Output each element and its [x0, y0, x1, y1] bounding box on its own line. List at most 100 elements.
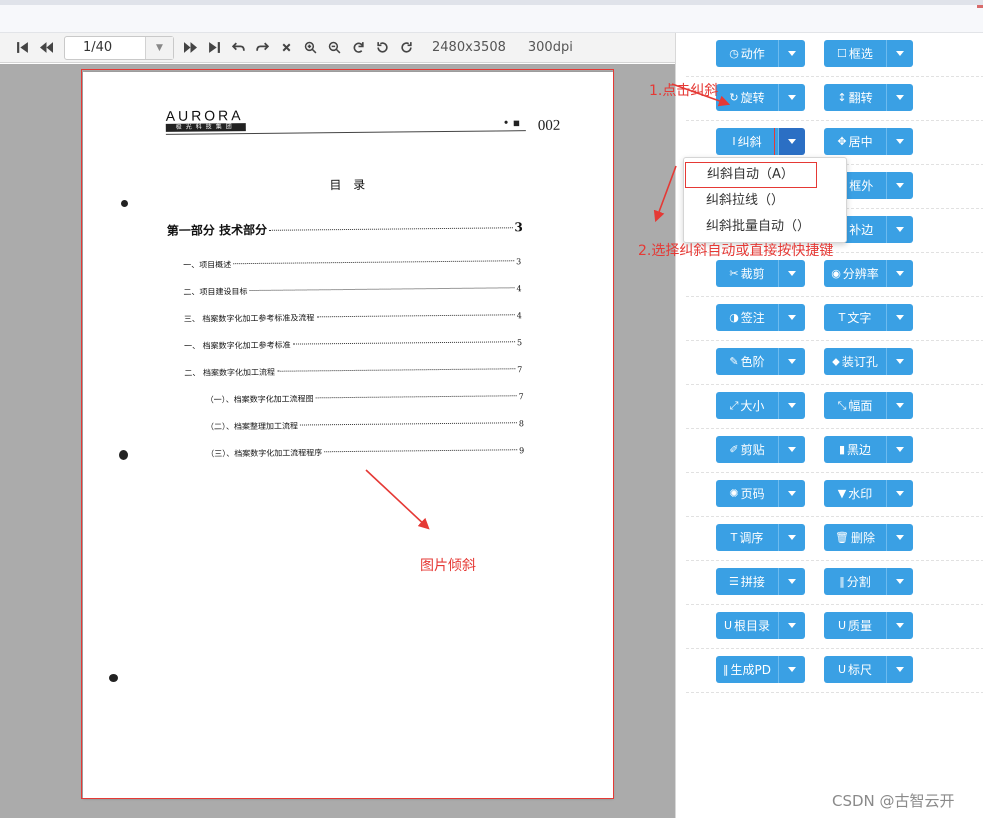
chevron-down-icon[interactable] [778, 568, 805, 595]
button-label: 纠斜 [737, 135, 762, 149]
reorder-button[interactable]: T 调序 [716, 524, 805, 551]
ruler-button[interactable]: U 标尺 [824, 656, 913, 683]
page-size-button[interactable]: ⤡ 幅面 [824, 392, 913, 419]
chevron-down-icon[interactable] [886, 436, 913, 463]
chevron-down-icon[interactable] [886, 612, 913, 639]
chevron-down-icon[interactable] [778, 84, 805, 111]
chevron-down-icon[interactable] [886, 172, 913, 199]
toc-entry-text: （二）、档案整理加工流程 [205, 421, 298, 432]
rotate-button[interactable]: ↻ 旋转 [716, 84, 805, 111]
chevron-down-icon[interactable] [778, 40, 805, 67]
chevron-down-icon[interactable] [886, 348, 913, 375]
chevron-down-icon[interactable]: ▼ [145, 36, 173, 59]
button-label: 标尺 [848, 663, 873, 677]
chevron-down-icon[interactable] [778, 436, 805, 463]
resolution-button[interactable]: ◉ 分辨率 [824, 260, 913, 287]
binding-hole-button[interactable]: ⬥ 装订孔 [824, 348, 913, 375]
chevron-down-icon[interactable] [778, 656, 805, 683]
flip-icon: ↕ [837, 91, 847, 104]
refresh-icon[interactable] [346, 36, 370, 60]
chevron-down-icon[interactable] [778, 304, 805, 331]
chevron-down-icon[interactable] [886, 216, 913, 243]
chevron-down-icon[interactable] [886, 260, 913, 287]
last-page-icon[interactable] [202, 36, 226, 60]
button-label: 色阶 [740, 355, 765, 369]
underline-icon: U [723, 619, 733, 632]
scanned-page[interactable]: AURORA 极光科技集团 • ▪ 002 目 录 第一部分 技术部分 3 一、项… [83, 72, 613, 799]
toc-entry-text: 一、项目概述 [183, 260, 232, 270]
button-label: 签注 [740, 311, 765, 325]
chevron-down-icon[interactable] [886, 656, 913, 683]
chevron-down-icon[interactable] [886, 480, 913, 507]
annotation-button[interactable]: ◑ 签注 [716, 304, 805, 331]
chevron-down-icon[interactable] [778, 612, 805, 639]
button-label: 装订孔 [841, 355, 878, 369]
toc-leader [324, 449, 518, 453]
flip-button[interactable]: ↕ 翻转 [824, 84, 913, 111]
page-select[interactable]: 1/40 ▼ [64, 35, 174, 60]
chevron-down-icon[interactable] [886, 568, 913, 595]
image-dpi: 300dpi [527, 40, 573, 55]
chevron-down-icon[interactable] [886, 84, 913, 111]
box-select-button[interactable]: ☐ 框选 [824, 40, 913, 67]
merge-button[interactable]: ☰ 拼接 [716, 568, 805, 595]
chevron-down-icon[interactable] [778, 524, 805, 551]
tool-row: ✐ 剪贴 ▮ 黑边 [686, 429, 983, 473]
trash-icon: 🗑 [835, 531, 849, 544]
root-directory-button[interactable]: U 根目录 [716, 612, 805, 639]
prev-fast-icon[interactable] [34, 36, 58, 60]
crop-button[interactable]: ✂ 裁剪 [716, 260, 805, 287]
chevron-down-icon[interactable] [886, 524, 913, 551]
center-button[interactable]: ✥ 居中 [824, 128, 913, 155]
next-fast-icon[interactable] [178, 36, 202, 60]
viewer-toolbar: 1/40 ▼ 2480x3508 300dpi [0, 33, 675, 63]
toc-title: 目 录 [329, 177, 370, 193]
quality-button[interactable]: U 质量 [824, 612, 913, 639]
split-button[interactable]: ‖ 分割 [824, 568, 913, 595]
chevron-down-icon[interactable] [886, 392, 913, 419]
redo-icon[interactable] [250, 36, 274, 60]
tool-row: ✺ 页码 ▼ 水印 [686, 473, 983, 517]
deskew-button[interactable]: I 纠斜 [716, 128, 805, 155]
clock-icon: ◷ [729, 47, 739, 60]
rotate-left-icon[interactable] [370, 36, 394, 60]
chevron-down-icon[interactable] [886, 40, 913, 67]
zoom-in-icon[interactable] [298, 36, 322, 60]
menu-item-deskew-auto[interactable]: 纠斜自动（A） [685, 162, 817, 188]
close-icon[interactable] [274, 36, 298, 60]
toc-entry-page: 4 [516, 284, 522, 294]
delete-button[interactable]: 🗑 删除 [824, 524, 913, 551]
size-button[interactable]: ⤢ 大小 [716, 392, 805, 419]
chevron-down-icon[interactable] [886, 128, 913, 155]
undo-icon[interactable] [226, 36, 250, 60]
image-viewer[interactable]: AURORA 极光科技集团 • ▪ 002 目 录 第一部分 技术部分 3 一、项… [0, 64, 675, 818]
text-height-icon: T [730, 531, 738, 544]
tool-row: U 根目录 U 质量 [686, 605, 983, 649]
levels-button[interactable]: ✎ 色阶 [716, 348, 805, 375]
button-label: 幅面 [848, 399, 873, 413]
generate-pdf-button[interactable]: ‖ 生成PD [716, 656, 805, 683]
text-button[interactable]: T 文字 [824, 304, 913, 331]
chevron-down-icon[interactable] [778, 480, 805, 507]
scan-speck [121, 200, 128, 207]
black-border-button[interactable]: ▮ 黑边 [824, 436, 913, 463]
button-label: 水印 [848, 487, 873, 501]
toc-entry-text: 二、项目建设目标 [183, 287, 248, 297]
menu-item-deskew-batch[interactable]: 纠斜批量自动（） [684, 214, 848, 240]
toc-leader [292, 341, 515, 345]
chevron-down-icon[interactable] [778, 392, 805, 419]
toc-entry-page: 9 [519, 446, 525, 456]
menu-item-deskew-line[interactable]: 纠斜拉线（） [684, 188, 848, 214]
first-page-icon[interactable] [10, 36, 34, 60]
deskew-dropdown-toggle[interactable] [774, 128, 805, 155]
watermark-button[interactable]: ▼ 水印 [824, 480, 913, 507]
chevron-down-icon[interactable] [886, 304, 913, 331]
chevron-down-icon[interactable] [778, 260, 805, 287]
clip-button[interactable]: ✐ 剪贴 [716, 436, 805, 463]
chevron-down-icon[interactable] [778, 348, 805, 375]
rotate-right-icon[interactable] [394, 36, 418, 60]
tag-icon: ⬥ [832, 354, 840, 368]
zoom-out-icon[interactable] [322, 36, 346, 60]
page-number-button[interactable]: ✺ 页码 [716, 480, 805, 507]
action-button[interactable]: ◷ 动作 [716, 40, 805, 67]
